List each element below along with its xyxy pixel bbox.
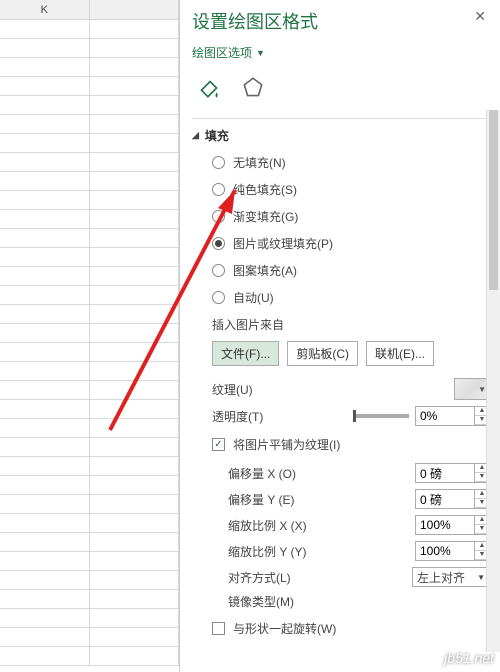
- texture-picker[interactable]: ▼: [454, 378, 490, 400]
- chevron-down-icon: ▼: [256, 48, 265, 58]
- offset-y-label: 偏移量 Y (E): [228, 491, 415, 508]
- offset-x-input[interactable]: [415, 463, 475, 483]
- transparency-slider[interactable]: [353, 414, 409, 418]
- scale-x-label: 缩放比例 X (X): [228, 517, 415, 534]
- clipboard-button[interactable]: 剪贴板(C): [287, 341, 358, 366]
- col-header-k[interactable]: K: [0, 0, 90, 19]
- tab-fill-icon[interactable]: [196, 75, 222, 106]
- scale-y-label: 缩放比例 Y (Y): [228, 543, 415, 560]
- align-combobox[interactable]: 左上对齐 ▼: [412, 567, 490, 587]
- offset-y-input[interactable]: [415, 489, 475, 509]
- pane-title: 设置绘图区格式: [192, 8, 490, 34]
- chevron-down-icon: ▼: [478, 385, 486, 394]
- annotation-arrow: [100, 160, 280, 445]
- scale-y-input[interactable]: [415, 541, 475, 561]
- options-dropdown[interactable]: 绘图区选项 ▼: [192, 44, 265, 61]
- section-fill-label: 填充: [205, 127, 229, 144]
- watermark: jb51.net: [444, 650, 494, 666]
- rotate-checkbox[interactable]: ✓ 与形状一起旋转(W): [212, 620, 490, 637]
- checkbox-unchecked-icon: ✓: [212, 622, 225, 635]
- col-header-empty[interactable]: [90, 0, 180, 19]
- close-icon[interactable]: ✕: [474, 8, 486, 25]
- chevron-down-icon: ▼: [477, 573, 485, 582]
- offset-x-label: 偏移量 X (O): [228, 465, 415, 482]
- scrollbar-thumb[interactable]: [489, 110, 498, 290]
- align-label: 对齐方式(L): [228, 569, 412, 586]
- tab-effects-icon[interactable]: [240, 75, 266, 106]
- scale-x-input[interactable]: [415, 515, 475, 535]
- mirror-label: 镜像类型(M): [228, 593, 490, 610]
- section-fill-header[interactable]: ◢ 填充: [192, 127, 490, 144]
- options-label: 绘图区选项: [192, 44, 252, 61]
- scrollbar-vertical[interactable]: [486, 110, 500, 652]
- online-button[interactable]: 联机(E)...: [366, 341, 434, 366]
- transparency-input[interactable]: [415, 406, 475, 426]
- collapse-icon: ◢: [192, 130, 199, 141]
